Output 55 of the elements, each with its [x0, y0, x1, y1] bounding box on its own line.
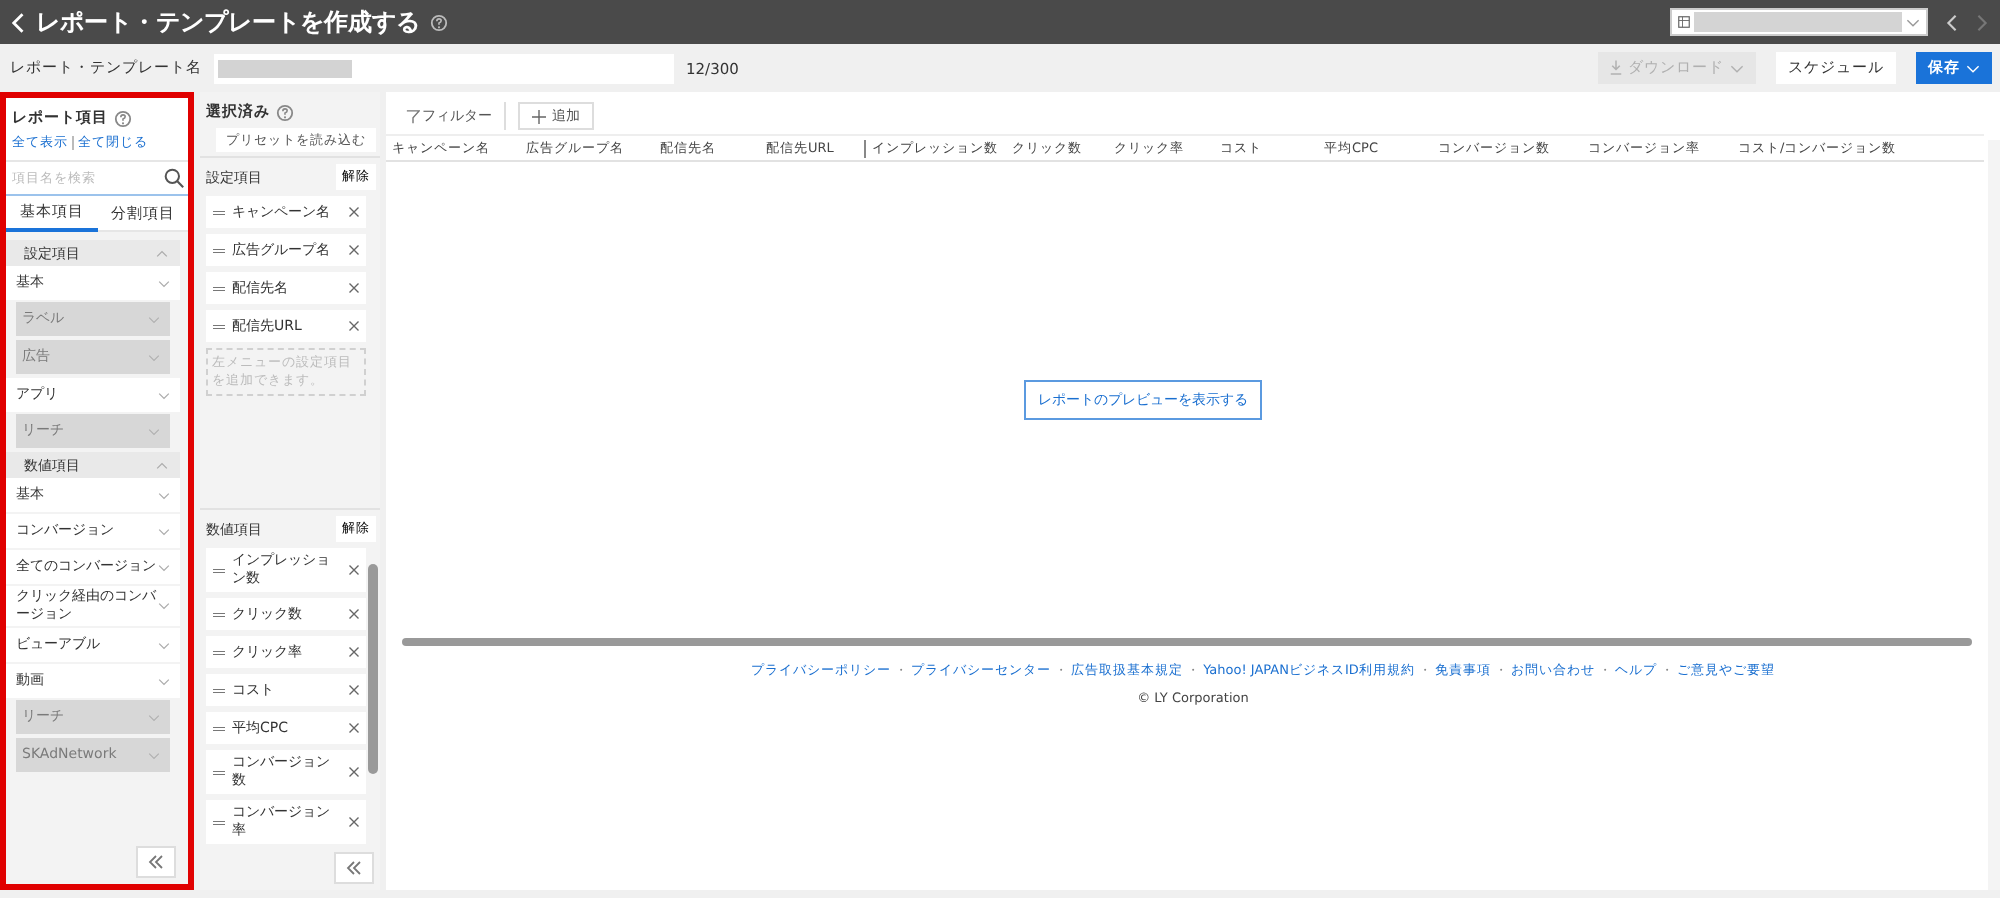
remove-icon[interactable]	[348, 722, 360, 734]
template-name-field[interactable]	[214, 53, 674, 83]
double-chevron-icon	[344, 860, 364, 876]
download-icon	[1610, 60, 1622, 76]
filter-icon	[406, 109, 420, 123]
remove-icon[interactable]	[348, 646, 360, 658]
chevron-down-icon	[1730, 63, 1744, 73]
collapse-panel-button[interactable]	[136, 846, 176, 878]
remove-icon[interactable]	[348, 816, 360, 828]
chevron-down-icon	[148, 315, 160, 323]
drag-handle-icon[interactable]	[212, 687, 226, 693]
drag-handle-icon[interactable]	[212, 611, 226, 617]
chevron-down-icon	[158, 677, 170, 685]
chevron-down-icon	[158, 279, 170, 287]
double-chevron-icon	[146, 854, 166, 870]
chevron-down-icon	[148, 353, 160, 361]
help-icon[interactable]	[114, 109, 132, 127]
chevron-down-icon	[148, 427, 160, 435]
drag-handle-icon[interactable]	[212, 725, 226, 731]
remove-icon[interactable]	[348, 244, 360, 256]
collapse-panel-button[interactable]	[334, 852, 374, 884]
page-title: レポート・テンプレートを作成する	[36, 5, 420, 39]
remove-icon[interactable]	[348, 608, 360, 620]
drag-handle-icon[interactable]	[212, 819, 226, 825]
help-icon[interactable]	[276, 103, 294, 121]
remove-icon[interactable]	[348, 684, 360, 696]
drag-handle-icon[interactable]	[212, 769, 226, 775]
chevron-down-icon	[158, 391, 170, 399]
chevron-down-icon	[158, 602, 170, 610]
drag-handle-icon[interactable]	[212, 649, 226, 655]
chevron-down-icon	[158, 527, 170, 535]
search-icon[interactable]	[164, 168, 184, 188]
plus-icon	[532, 109, 546, 123]
drag-handle-icon[interactable]	[212, 285, 226, 291]
remove-icon[interactable]	[348, 206, 360, 218]
remove-icon[interactable]	[348, 320, 360, 332]
remove-icon[interactable]	[348, 564, 360, 576]
chevron-down-icon	[1966, 63, 1980, 73]
back-icon[interactable]	[12, 11, 26, 33]
chevron-down-icon	[148, 751, 160, 759]
chevron-down-icon	[148, 713, 160, 721]
drag-handle-icon[interactable]	[212, 209, 226, 215]
drag-handle-icon[interactable]	[212, 323, 226, 329]
chevron-down-icon	[1906, 17, 1920, 27]
drag-handle-icon[interactable]	[212, 567, 226, 573]
chevron-down-icon	[158, 491, 170, 499]
chevron-down-icon	[158, 563, 170, 571]
chevron-down-icon	[158, 641, 170, 649]
horizontal-scrollbar[interactable]	[402, 638, 1972, 646]
redacted-name	[218, 59, 352, 77]
remove-icon[interactable]	[348, 282, 360, 294]
previous-icon[interactable]	[1946, 13, 1958, 31]
remove-icon[interactable]	[348, 766, 360, 778]
help-icon[interactable]	[430, 13, 448, 31]
drag-handle-icon[interactable]	[212, 247, 226, 253]
